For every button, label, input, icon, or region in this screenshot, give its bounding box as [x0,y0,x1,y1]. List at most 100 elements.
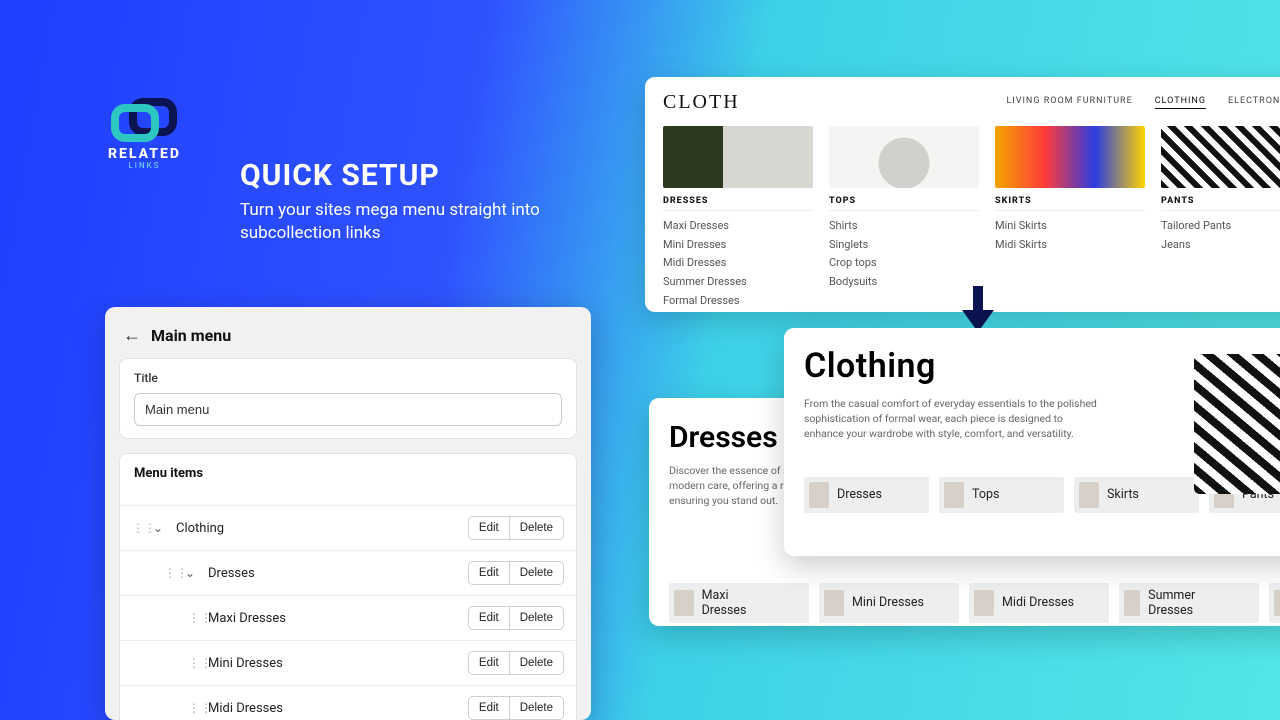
nav-link[interactable]: ELECTRONICS [1228,96,1280,109]
nav-link[interactable]: CLOTHING [1155,96,1206,109]
title-input[interactable] [134,393,562,426]
edit-button[interactable]: Edit [468,696,510,720]
menu-item-label: Clothing [170,521,468,536]
delete-button[interactable]: Delete [510,696,564,720]
chip-thumbnail [974,590,994,616]
menu-item-label: Midi Dresses [202,701,468,716]
edit-button[interactable]: Edit [468,651,510,675]
subcollection-chip[interactable]: Summer Dresses [1119,583,1259,623]
chip-label: Mini Dresses [852,595,924,610]
chip-label: Maxi Dresses [702,588,775,618]
chip-label: Skirts [1107,487,1139,502]
delete-button[interactable]: Delete [510,561,564,585]
menu-items-heading: Menu items [120,454,576,505]
category-image [995,126,1145,188]
menu-item-row: ⋮⋮Mini DressesEditDelete [120,640,576,685]
headline: QUICK SETUP Turn your sites mega menu st… [240,158,550,245]
category-link[interactable]: Singlets [829,236,979,255]
edit-button[interactable]: Edit [468,561,510,585]
category-link[interactable]: Bodysuits [829,273,979,292]
clothing-result-card: Clothing From the casual comfort of ever… [784,328,1280,556]
category-link[interactable]: Mini Skirts [995,217,1145,236]
chip-label: Midi Dresses [1002,595,1074,610]
chip-thumbnail [1274,590,1280,616]
chip-label: Tops [972,487,999,502]
category-link[interactable]: Midi Dresses [663,254,813,273]
subcollection-chip[interactable]: Skirts [1074,477,1199,513]
chip-thumbnail [1079,482,1099,508]
category-link[interactable]: Maxi Dresses [663,217,813,236]
category-image [1161,126,1280,188]
category-link[interactable]: Crop tops [829,254,979,273]
subcollection-chip[interactable]: Maxi Dresses [669,583,809,623]
edit-button[interactable]: Edit [468,606,510,630]
delete-button[interactable]: Delete [510,516,564,540]
megamenu-column: DRESSES Maxi DressesMini DressesMidi Dres… [663,126,813,310]
drag-handle-icon[interactable]: ⋮⋮ [132,521,146,535]
store-brand: CLOTH [663,91,740,114]
delete-button[interactable]: Delete [510,606,564,630]
menu-item-row: ⋮⋮Midi DressesEditDelete [120,685,576,720]
megamenu-preview: CLOTH LIVING ROOM FURNITURE CLOTHING ELECT… [645,77,1280,312]
subcollection-chip[interactable]: Dresses [804,477,929,513]
drag-handle-icon[interactable]: ⋮⋮ [164,566,178,580]
megamenu-column: TOPS ShirtsSingletsCrop topsBodysuits [829,126,979,310]
delete-button[interactable]: Delete [510,651,564,675]
title-card: Title [119,358,577,439]
nav-link[interactable]: LIVING ROOM FURNITURE [1006,96,1132,109]
menu-item-label: Maxi Dresses [202,611,468,626]
headline-title: QUICK SETUP [240,158,550,193]
chevron-down-icon[interactable]: ⌄ [150,521,166,535]
title-label: Title [134,371,562,385]
category-image [829,126,979,188]
category-link[interactable]: Formal Dresses [663,292,813,311]
chip-label: Summer Dresses [1148,588,1225,618]
menu-item-row: ⋮⋮ ⌄ ClothingEditDelete [120,505,576,550]
chip-thumbnail [1124,590,1140,616]
clothing-hero-image [1194,354,1280,494]
clothing-desc: From the casual comfort of everyday esse… [804,396,1104,442]
menu-item-row: ⋮⋮Maxi DressesEditDelete [120,595,576,640]
back-icon[interactable]: ← [123,325,141,346]
logo-mark [109,98,179,142]
drag-handle-icon[interactable]: ⋮⋮ [188,611,202,625]
category-link[interactable]: Summer Dresses [663,273,813,292]
category-heading: SKIRTS [995,196,1145,206]
category-image [663,126,813,188]
chip-thumbnail [824,590,844,616]
chevron-down-icon[interactable]: ⌄ [182,566,198,580]
subcollection-chip[interactable]: Tops [939,477,1064,513]
category-link[interactable]: Jeans [1161,236,1280,255]
admin-panel: ← Main menu Title Menu items ⋮⋮ ⌄ Clothing… [105,307,591,720]
category-link[interactable]: Midi Skirts [995,236,1145,255]
megamenu-column: PANTS Tailored PantsJeans [1161,126,1280,310]
category-heading: DRESSES [663,196,813,206]
menu-item-label: Dresses [202,566,468,581]
store-nav: LIVING ROOM FURNITURE CLOTHING ELECTRONICS [1006,96,1280,109]
headline-sub: Turn your sites mega menu straight into … [240,199,550,245]
drag-handle-icon[interactable]: ⋮⋮ [188,701,202,715]
category-heading: TOPS [829,196,979,206]
category-link[interactable]: Shirts [829,217,979,236]
chip-thumbnail [809,482,829,508]
page-title: Main menu [151,326,231,345]
edit-button[interactable]: Edit [468,516,510,540]
subcollection-chip[interactable]: Formal Dresses [1269,583,1280,623]
subcollection-chip[interactable]: Mini Dresses [819,583,959,623]
app-logo: RELATED LINKS [108,98,181,170]
menu-item-label: Mini Dresses [202,656,468,671]
logo-subtitle: LINKS [108,161,181,170]
category-link[interactable]: Mini Dresses [663,236,813,255]
category-heading: PANTS [1161,196,1280,206]
chip-thumbnail [674,590,694,616]
megamenu-column: SKIRTS Mini SkirtsMidi Skirts [995,126,1145,310]
drag-handle-icon[interactable]: ⋮⋮ [188,656,202,670]
chip-label: Dresses [837,487,882,502]
menu-item-row: ⋮⋮ ⌄ DressesEditDelete [120,550,576,595]
chip-thumbnail [944,482,964,508]
category-link[interactable]: Tailored Pants [1161,217,1280,236]
logo-title: RELATED [108,146,181,162]
subcollection-chip[interactable]: Midi Dresses [969,583,1109,623]
admin-header: ← Main menu [119,321,577,358]
menu-items-card: Menu items ⋮⋮⌄ClothingEditDelete⋮⋮⌄Dress… [119,453,577,720]
